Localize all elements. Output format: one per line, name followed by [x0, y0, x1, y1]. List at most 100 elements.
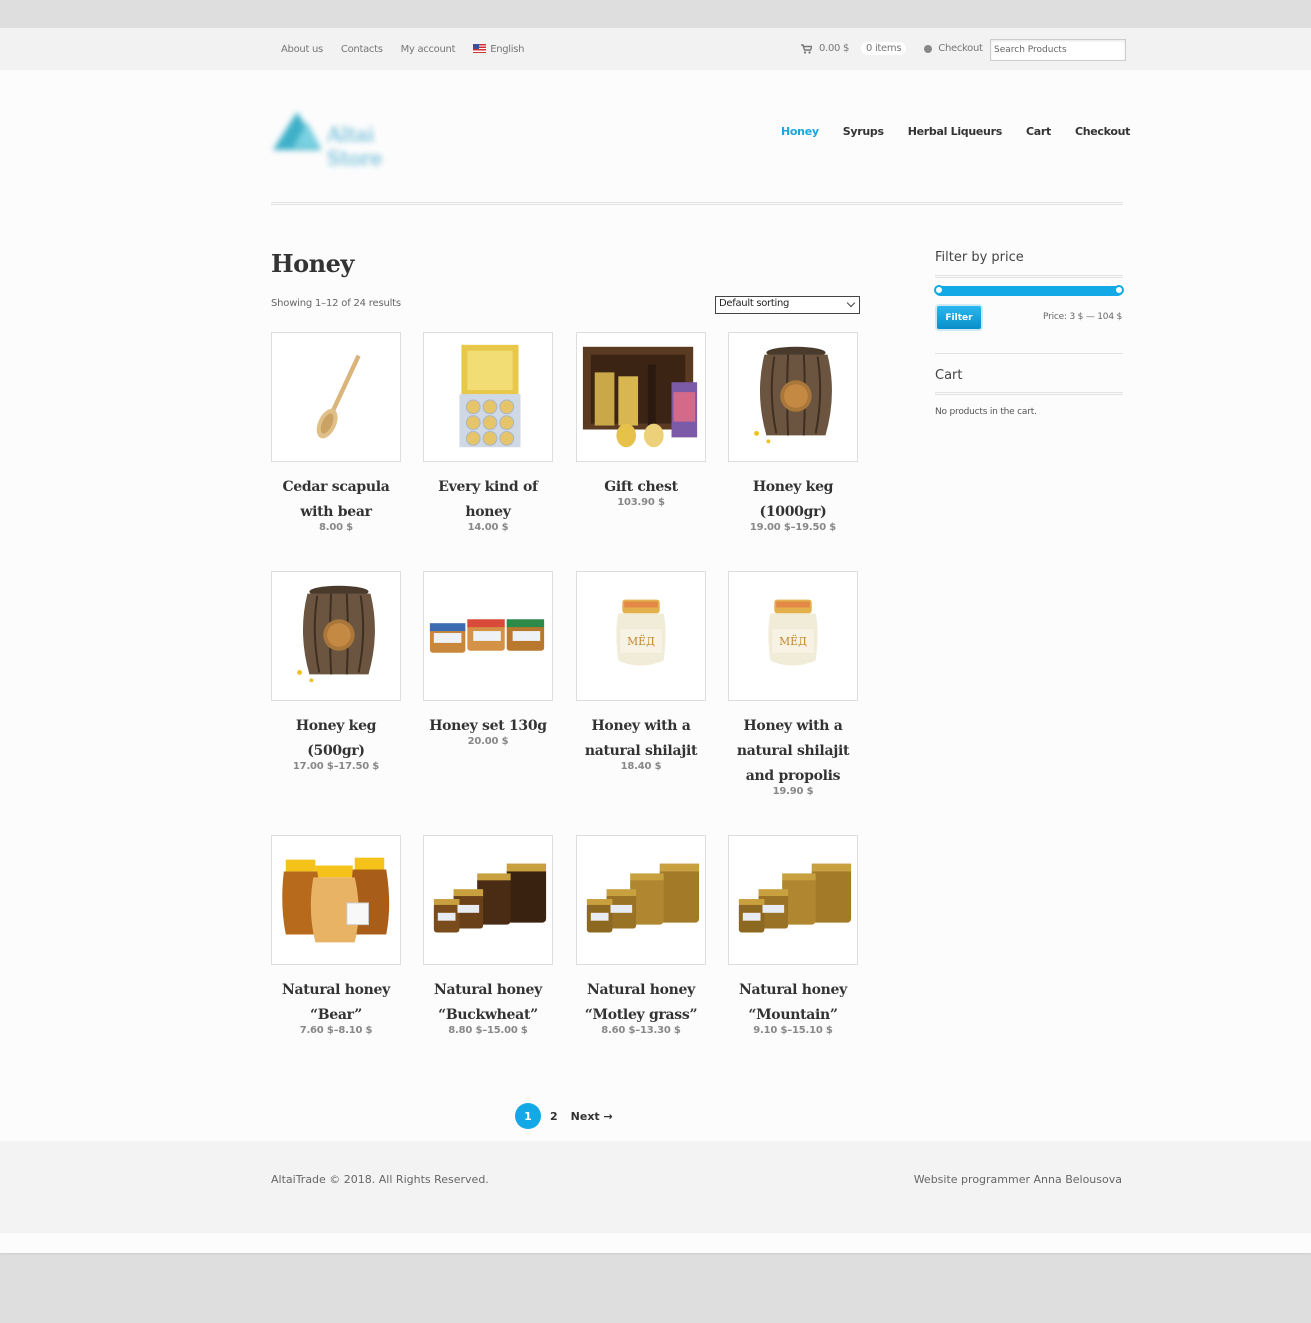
about-us-link[interactable]: About us: [281, 44, 323, 55]
developer-credit: Website programmer Anna Belousova: [913, 1173, 1122, 1186]
product-image[interactable]: [423, 332, 553, 462]
product-name[interactable]: Honey keg (500gr): [261, 714, 411, 764]
top-navigation: About us Contacts My account English: [281, 44, 525, 55]
product-price: 103.90 $: [617, 497, 665, 508]
honey-jar-image: МЁД: [768, 599, 818, 666]
cart-widget-title: Cart: [935, 368, 963, 383]
product-card[interactable]: МЁД Honey with a natural shilajit and pro…: [718, 571, 868, 797]
footer: AltaiTrade © 2018. All Rights Reserved. …: [0, 1141, 1311, 1233]
cart-items-count: 0 items: [861, 42, 907, 55]
product-image[interactable]: МЁД: [576, 571, 706, 701]
contacts-link[interactable]: Contacts: [341, 44, 383, 55]
product-price: 19.90 $: [772, 786, 814, 797]
product-card[interactable]: Cedar scapula with bear 8.00 $: [261, 332, 411, 533]
product-name[interactable]: Cedar scapula with bear: [261, 475, 411, 525]
product-price: 8.80 $–15.00 $: [448, 1025, 528, 1036]
amber-jars-image: [586, 863, 700, 933]
product-name[interactable]: Honey with a natural shilajit: [566, 714, 716, 764]
product-card[interactable]: Gift chest 103.90 $: [566, 332, 716, 508]
product-card[interactable]: Every kind of honey 14.00 $: [413, 332, 563, 533]
product-card[interactable]: Natural honey “Buckwheat” 8.80 $–15.00 $: [413, 835, 563, 1036]
top-bar: About us Contacts My account English 0.0…: [0, 28, 1311, 70]
sidebar-divider: [935, 353, 1123, 354]
cart-total: 0.00 $: [819, 43, 850, 54]
product-image[interactable]: [423, 835, 553, 965]
my-account-link[interactable]: My account: [401, 44, 456, 55]
filter-title-divider: [935, 275, 1123, 278]
product-card[interactable]: Honey set 130g 20.00 $: [413, 571, 563, 747]
svg-text:МЁД: МЁД: [779, 634, 807, 648]
product-price: 7.60 $–8.10 $: [299, 1025, 373, 1036]
product-card[interactable]: Natural honey “Motley grass” 8.60 $–13.30…: [566, 835, 716, 1036]
product-image[interactable]: [728, 332, 858, 462]
product-image[interactable]: [271, 571, 401, 701]
page-title: Honey: [271, 249, 354, 278]
product-image[interactable]: [271, 835, 401, 965]
product-name[interactable]: Honey keg (1000gr): [718, 475, 868, 525]
honey-gift-box-image: [459, 344, 521, 448]
product-name[interactable]: Natural honey “Buckwheat”: [413, 978, 563, 1028]
gift-chest-image: [582, 346, 698, 448]
nav-herbal-liqueurs[interactable]: Herbal Liqueurs: [908, 125, 1003, 138]
search-input[interactable]: [990, 39, 1126, 61]
nav-syrups[interactable]: Syrups: [843, 125, 884, 138]
copyright-text: AltaiTrade © 2018. All Rights Reserved.: [271, 1173, 489, 1186]
page-current: 1: [515, 1103, 541, 1129]
price-slider[interactable]: [934, 285, 1124, 296]
main-navigation: Honey Syrups Herbal Liqueurs Cart Checko…: [781, 125, 1130, 138]
product-image[interactable]: [576, 332, 706, 462]
sort-select[interactable]: Default sorting: [715, 296, 860, 314]
cart-icon: [801, 43, 812, 54]
wooden-keg-image: [290, 585, 375, 688]
product-price: 8.00 $: [319, 522, 353, 533]
product-price: 17.00 $–17.50 $: [292, 761, 380, 772]
product-card[interactable]: Natural honey “Mountain” 9.10 $–15.10 $: [718, 835, 868, 1036]
site-logo[interactable]: Altai Store: [271, 110, 431, 170]
price-slider-max-handle[interactable]: [1114, 285, 1124, 295]
checkout-label: Checkout: [938, 43, 983, 54]
filter-by-price-title: Filter by price: [935, 250, 1024, 265]
product-card[interactable]: Honey keg (1000gr) 19.00 $–19.50 $: [718, 332, 868, 533]
wooden-keg-image: [747, 346, 832, 449]
product-image[interactable]: МЁД: [728, 571, 858, 701]
product-name[interactable]: Natural honey “Motley grass”: [566, 978, 716, 1028]
product-name[interactable]: Natural honey “Bear”: [261, 978, 411, 1028]
honey-jar-set-image: [429, 619, 545, 653]
product-card[interactable]: Natural honey “Bear” 7.60 $–8.10 $: [261, 835, 411, 1036]
product-name[interactable]: Every kind of honey: [413, 475, 563, 525]
price-range-label: Price: 3 $ — 104 $: [1043, 312, 1123, 322]
product-price: 9.10 $–15.10 $: [753, 1025, 833, 1036]
wooden-spoon-image: [316, 354, 361, 439]
header-divider: [271, 202, 1123, 205]
product-card[interactable]: Honey keg (500gr) 17.00 $–17.50 $: [261, 571, 411, 772]
page: About us Contacts My account English 0.0…: [0, 28, 1311, 1253]
dark-jars-image: [433, 863, 547, 933]
checkout-icon: [924, 44, 933, 53]
language-switcher[interactable]: English: [473, 44, 525, 55]
us-flag-icon: [473, 44, 487, 53]
amber-jars-image: [738, 863, 852, 933]
bear-jars-image: [282, 857, 390, 943]
pagination: 1 2 Next →: [515, 1103, 613, 1129]
nav-cart[interactable]: Cart: [1026, 125, 1051, 138]
product-image[interactable]: [576, 835, 706, 965]
language-label: English: [490, 44, 525, 55]
product-card[interactable]: МЁД Honey with a natural shilajit 18.40 $: [566, 571, 716, 772]
nav-honey[interactable]: Honey: [781, 125, 819, 138]
product-name[interactable]: Natural honey “Mountain”: [718, 978, 868, 1028]
cart-title-divider: [935, 392, 1123, 395]
logo-mountain-peak: [293, 122, 321, 148]
next-page-link[interactable]: Next →: [571, 1110, 613, 1123]
product-image[interactable]: [271, 332, 401, 462]
product-price: 19.00 $–19.50 $: [749, 522, 837, 533]
price-slider-min-handle[interactable]: [934, 285, 944, 295]
product-image[interactable]: [423, 571, 553, 701]
product-name[interactable]: Honey with a natural shilajit and propol…: [718, 714, 868, 789]
nav-checkout[interactable]: Checkout: [1075, 125, 1130, 138]
chevron-down-icon: [846, 298, 856, 308]
checkout-link[interactable]: Checkout: [924, 43, 983, 54]
product-image[interactable]: [728, 835, 858, 965]
mini-cart[interactable]: 0.00 $ 0 items Checkout: [801, 42, 983, 55]
page-2-link[interactable]: 2: [550, 1110, 558, 1123]
filter-button[interactable]: Filter: [937, 306, 981, 329]
